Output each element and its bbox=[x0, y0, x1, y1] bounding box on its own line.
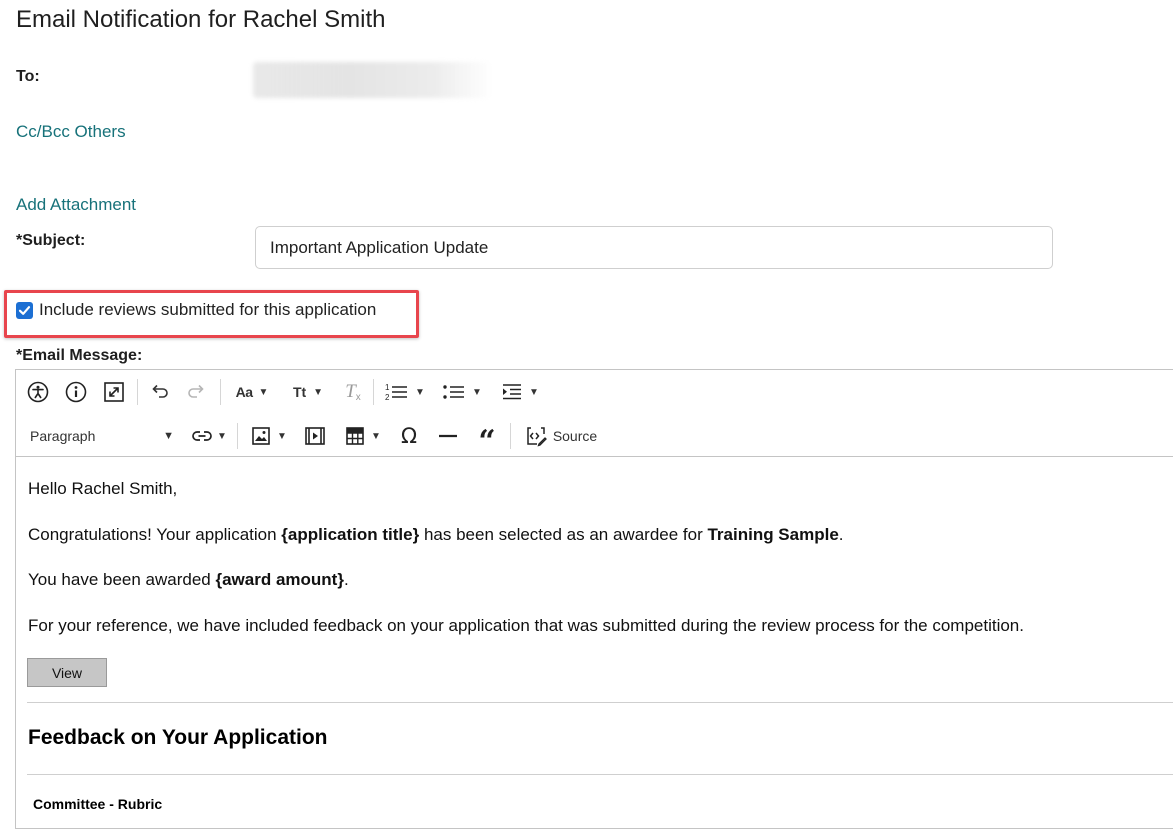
text-run: has been selected as an awardee for bbox=[419, 525, 708, 544]
svg-text:1: 1 bbox=[385, 383, 390, 392]
feedback-heading[interactable]: Feedback on Your Application bbox=[28, 726, 328, 750]
committee-label[interactable]: Committee - Rubric bbox=[33, 796, 162, 812]
view-button[interactable]: View bbox=[27, 658, 107, 687]
text-run: You have been awarded bbox=[28, 570, 216, 589]
link-icon[interactable]: ▼ bbox=[187, 423, 231, 449]
svg-text:2: 2 bbox=[385, 393, 390, 402]
image-icon[interactable]: ▼ bbox=[247, 423, 291, 449]
source-icon bbox=[527, 427, 547, 447]
editor-toolbar: Aa ▼ Tt ▼ Tx 1 2 ▼ ▼ ▼ Paragraph ▼ ▼ ▼ ▼ Ω “ bbox=[16, 370, 1173, 457]
info-icon[interactable] bbox=[63, 379, 89, 405]
undo-icon[interactable] bbox=[146, 379, 172, 405]
text-run: Congratulations! Your application bbox=[28, 525, 282, 544]
subject-input[interactable] bbox=[255, 226, 1053, 269]
table-icon[interactable]: ▼ bbox=[341, 423, 385, 449]
divider bbox=[27, 774, 1173, 775]
toolbar-separator bbox=[510, 423, 511, 449]
font-size-icon[interactable]: Tt ▼ bbox=[287, 379, 329, 405]
cc-bcc-link[interactable]: Cc/Bcc Others bbox=[16, 122, 126, 142]
email-message-label: *Email Message: bbox=[16, 347, 143, 364]
text-run: . bbox=[838, 525, 844, 544]
special-characters-icon[interactable]: Ω bbox=[396, 423, 422, 449]
subject-label: *Subject: bbox=[16, 232, 86, 249]
include-reviews-label[interactable]: Include reviews submitted for this appli… bbox=[39, 300, 376, 320]
to-recipient-redacted bbox=[253, 62, 493, 98]
indent-icon[interactable]: ▼ bbox=[497, 379, 543, 405]
horizontal-line-icon[interactable] bbox=[435, 423, 461, 449]
to-label: To: bbox=[16, 68, 40, 85]
heading-select-value: Paragraph bbox=[30, 428, 96, 444]
message-paragraph-2[interactable]: You have been awarded {award amount}. bbox=[28, 570, 349, 590]
page-title: Email Notification for Rachel Smith bbox=[16, 6, 386, 33]
text-run: . bbox=[343, 570, 349, 589]
application-title-placeholder: {application title} bbox=[281, 525, 420, 544]
heading-select[interactable]: Paragraph ▼ bbox=[26, 423, 176, 449]
message-paragraph-1[interactable]: Congratulations! Your application {appli… bbox=[28, 525, 844, 545]
toolbar-separator bbox=[373, 379, 374, 405]
greeting-text[interactable]: Hello Rachel Smith, bbox=[28, 479, 177, 499]
source-label: Source bbox=[552, 428, 598, 444]
numbered-list-icon[interactable]: 1 2 ▼ bbox=[382, 379, 428, 405]
award-amount-placeholder: {award amount} bbox=[215, 570, 344, 589]
toolbar-separator bbox=[237, 423, 238, 449]
media-icon[interactable] bbox=[302, 423, 328, 449]
bulleted-list-icon[interactable]: ▼ bbox=[439, 379, 485, 405]
competition-name: Training Sample bbox=[707, 525, 839, 544]
message-paragraph-3[interactable]: For your reference, we have included fee… bbox=[28, 616, 1024, 636]
redo-icon[interactable] bbox=[184, 379, 210, 405]
font-family-icon[interactable]: Aa ▼ bbox=[230, 379, 274, 405]
maximize-icon[interactable] bbox=[101, 379, 127, 405]
source-button[interactable]: Source bbox=[521, 423, 601, 449]
toolbar-separator bbox=[220, 379, 221, 405]
toolbar-separator bbox=[137, 379, 138, 405]
remove-format-icon[interactable]: Tx bbox=[340, 379, 366, 405]
block-quote-icon[interactable]: “ bbox=[474, 423, 500, 457]
checkmark-icon bbox=[18, 306, 31, 315]
add-attachment-link[interactable]: Add Attachment bbox=[16, 195, 136, 215]
accessibility-icon[interactable] bbox=[25, 379, 51, 405]
divider bbox=[27, 702, 1173, 703]
include-reviews-checkbox[interactable] bbox=[16, 302, 33, 319]
